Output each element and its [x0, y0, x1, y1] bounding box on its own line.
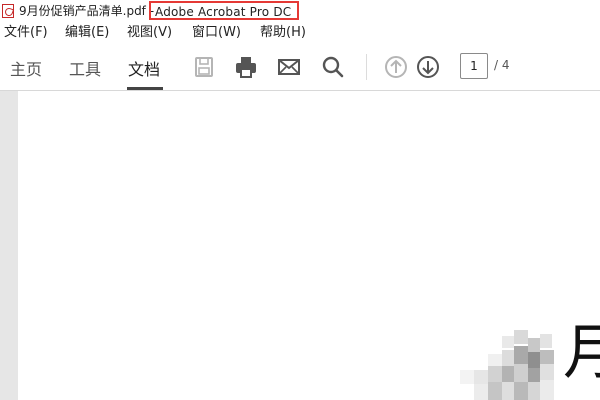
page-total: / 4 — [494, 58, 510, 72]
document-heading-char: 月 — [563, 318, 600, 388]
print-icon[interactable] — [233, 54, 259, 80]
tab-home[interactable]: 主页 — [10, 56, 42, 80]
pixelated-watermark — [460, 330, 554, 400]
menu-edit[interactable]: 编辑(E) — [65, 22, 109, 44]
menu-view[interactable]: 视图(V) — [127, 22, 172, 44]
menu-bar: 文件(F) 编辑(E) 视图(V) 窗口(W) 帮助(H) — [0, 22, 600, 44]
email-icon[interactable] — [276, 54, 302, 80]
title-bar: 9月份促销产品清单.pdf - Adobe Acrobat Pro DC — [0, 0, 600, 22]
document-name: 9月份促销产品清单.pdf - — [19, 4, 155, 18]
toolbar: 主页 工具 文档 / 4 — [0, 44, 600, 91]
page-down-icon[interactable] — [415, 54, 441, 80]
left-side-strip[interactable] — [0, 91, 18, 400]
toolbar-separator — [366, 54, 367, 80]
tab-tools[interactable]: 工具 — [69, 56, 101, 80]
menu-help[interactable]: 帮助(H) — [260, 22, 306, 44]
search-icon[interactable] — [320, 54, 346, 80]
page-number-input[interactable] — [460, 53, 488, 79]
active-tab-indicator — [127, 87, 163, 90]
tab-document[interactable]: 文档 — [128, 56, 160, 80]
app-name: Adobe Acrobat Pro DC — [149, 1, 300, 20]
pdf-file-icon — [2, 4, 14, 18]
menu-file[interactable]: 文件(F) — [4, 22, 48, 44]
page-up-icon[interactable] — [383, 54, 409, 80]
menu-window[interactable]: 窗口(W) — [192, 22, 241, 44]
save-icon[interactable] — [191, 54, 217, 80]
